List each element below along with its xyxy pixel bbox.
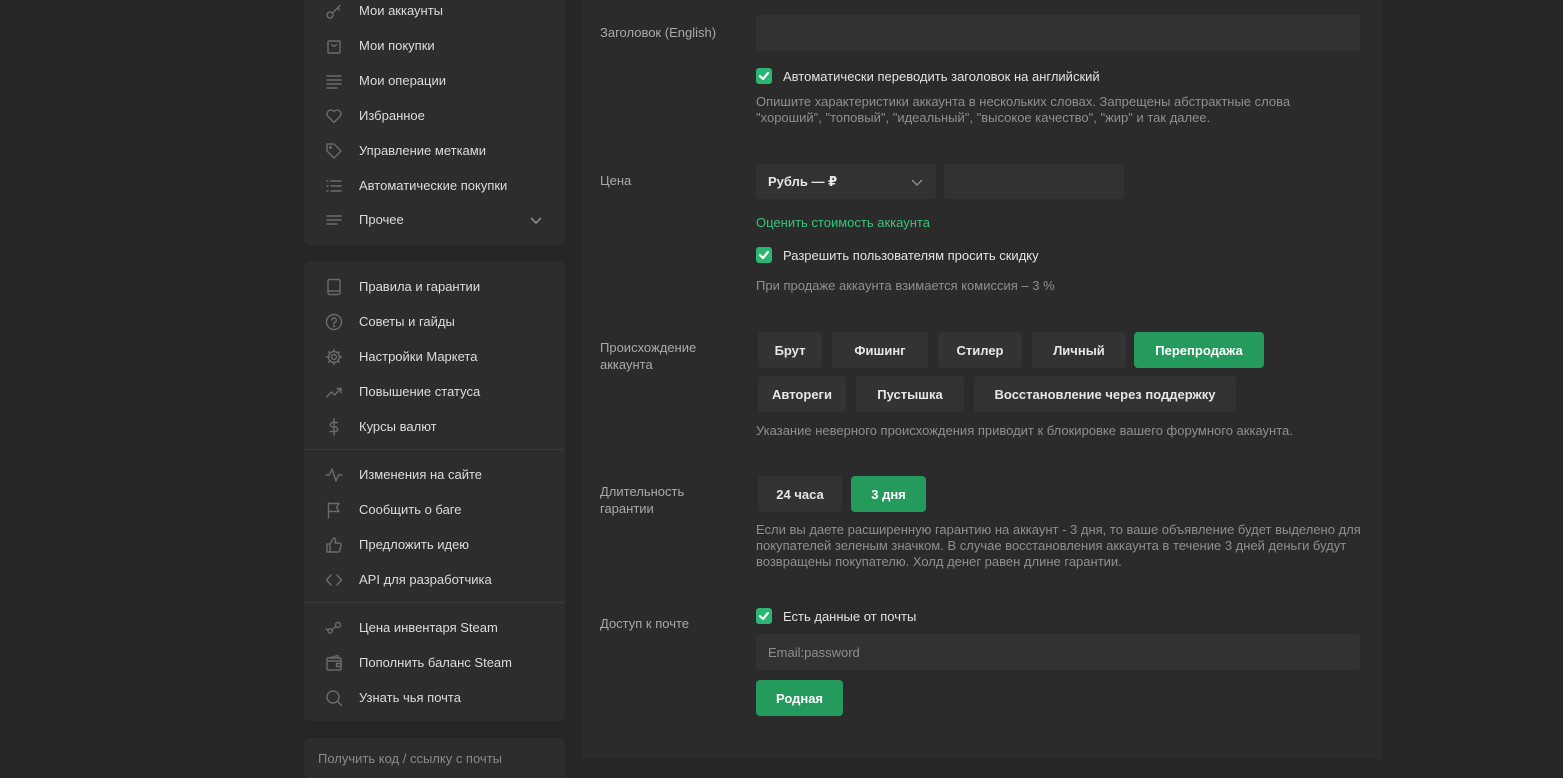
sidebar-item-api[interactable]: API для разработчика	[304, 562, 565, 597]
auto-translate-label: Автоматически переводить заголовок на ан…	[783, 68, 1100, 84]
title-input[interactable]	[756, 15, 1360, 51]
sidebar-item-rules[interactable]: Правила и гарантии	[304, 269, 565, 304]
trending-up-icon	[325, 383, 343, 401]
title-field-label: Заголовок (English)	[600, 25, 717, 40]
sidebar-item-suggest-idea[interactable]: Предложить идею	[304, 527, 565, 562]
estimate-price-link[interactable]: Оценить стоимость аккаунта	[756, 215, 930, 230]
sidebar-item-steam-inventory[interactable]: Цена инвентаря Steam	[304, 610, 565, 645]
sidebar-item-label: Советы и гайды	[359, 314, 455, 329]
sidebar-item-label: Узнать чья почта	[359, 690, 461, 705]
sidebar-item-guides[interactable]: Советы и гайды	[304, 304, 565, 339]
steam-icon	[325, 619, 343, 637]
sidebar-item-label: Предложить идею	[359, 537, 470, 552]
activity-icon	[325, 466, 343, 484]
email-password-input[interactable]	[756, 634, 1360, 670]
price-input[interactable]	[944, 164, 1124, 199]
sidebar-item-label: Автоматические покупки	[359, 178, 508, 193]
sidebar-item-tags[interactable]: Управление метками	[304, 133, 565, 168]
chevron-down-icon	[529, 213, 543, 227]
guarantee-option-24h[interactable]: 24 часа	[758, 476, 842, 512]
email-access-checkbox-label: Есть данные от почты	[783, 608, 917, 624]
allow-discount-label: Разрешить пользователям просить скидку	[783, 247, 1039, 263]
sidebar-divider	[304, 449, 565, 450]
sidebar-item-label: Мои аккаунты	[359, 3, 444, 18]
origin-option-personal[interactable]: Личный	[1032, 332, 1126, 368]
sidebar-item-my-purchases[interactable]: Мои покупки	[304, 28, 565, 63]
sidebar-item-label: Настройки Маркета	[359, 349, 478, 364]
list-icon	[325, 177, 343, 195]
auto-translate-checkbox[interactable]: Автоматически переводить заголовок на ан…	[756, 68, 1100, 84]
sidebar-item-label: Сообщить о баге	[359, 502, 462, 517]
dollar-icon	[325, 417, 343, 436]
heart-icon	[325, 107, 343, 125]
origin-field-label: Происхождение аккаунта	[600, 340, 697, 372]
sidebar-item-my-operations[interactable]: Мои операции	[304, 63, 565, 98]
email-access-checkbox[interactable]: Есть данные от почты	[756, 608, 916, 624]
lines-icon	[325, 72, 343, 90]
allow-discount-checkbox[interactable]: Разрешить пользователям просить скидку	[756, 247, 1039, 263]
code-icon	[325, 571, 343, 589]
sidebar-item-label: Пополнить баланс Steam	[359, 655, 512, 670]
checkbox-checked-icon	[756, 608, 772, 624]
sidebar-item-label: Повышение статуса	[359, 384, 481, 399]
sidebar-item-report-bug[interactable]: Сообщить о баге	[304, 492, 565, 527]
sidebar-item-label: Мои покупки	[359, 38, 435, 53]
chevron-down-icon	[910, 175, 924, 189]
sidebar-item-label: API для разработчика	[359, 572, 492, 587]
sidebar-item-label: Курсы валют	[359, 419, 437, 434]
checkbox-checked-icon	[756, 247, 772, 263]
origin-option-phishing[interactable]: Фишинг	[832, 332, 928, 368]
sidebar-item-whose-email[interactable]: Узнать чья почта	[304, 680, 565, 715]
origin-option-stealer[interactable]: Стилер	[938, 332, 1022, 368]
origin-option-autoreg[interactable]: Автореги	[758, 376, 846, 412]
question-icon	[325, 313, 343, 331]
currency-select-value: Рубль — ₽	[768, 173, 838, 189]
currency-select[interactable]: Рубль — ₽	[756, 164, 936, 199]
sidebar-item-my-accounts[interactable]: Мои аккаунты	[304, 0, 565, 28]
sidebar-panel-tools: Получить код / ссылку с почты	[304, 738, 565, 778]
flag-icon	[325, 501, 343, 519]
price-field-label: Цена	[600, 173, 632, 188]
email-access-label: Доступ к почте	[600, 616, 690, 631]
title-hint: Опишите характеристики аккаунта в нескол…	[756, 94, 1291, 125]
gear-icon	[325, 348, 343, 366]
origin-option-resale[interactable]: Перепродажа	[1134, 332, 1264, 368]
origin-option-support-recovery[interactable]: Восстановление через поддержку	[974, 376, 1236, 412]
tag-icon	[325, 142, 343, 160]
commission-hint: При продаже аккаунта взимается комиссия …	[756, 278, 1055, 293]
sidebar-item-favorites[interactable]: Избранное	[304, 98, 565, 133]
sidebar-item-label: Мои операции	[359, 73, 447, 88]
sidebar-item-market-settings[interactable]: Настройки Маркета	[304, 339, 565, 374]
menu-icon	[325, 211, 343, 229]
origin-option-empty[interactable]: Пустышка	[856, 376, 964, 412]
email-type-native-button[interactable]: Родная	[756, 680, 843, 716]
search-icon	[325, 689, 343, 707]
book-icon	[325, 278, 343, 296]
sidebar-item-label: Прочее	[359, 212, 404, 227]
sidebar-item-site-changes[interactable]: Изменения на сайте	[304, 457, 565, 492]
wallet-icon	[325, 654, 343, 672]
guarantee-hint: Если вы даете расширенную гарантию на ак…	[756, 522, 1361, 569]
origin-hint: Указание неверного происхождения приводи…	[756, 423, 1293, 438]
sidebar-item-label: Правила и гарантии	[359, 279, 481, 294]
sidebar-item-label: Цена инвентаря Steam	[359, 620, 498, 635]
origin-option-brute[interactable]: Брут	[758, 332, 822, 368]
sell-account-form: Заголовок (English) Автоматически перево…	[582, 0, 1382, 759]
sidebar-item-label: Изменения на сайте	[359, 467, 483, 482]
thumbs-up-icon	[325, 536, 343, 554]
checkbox-checked-icon	[756, 68, 772, 84]
sidebar-item-steam-balance[interactable]: Пополнить баланс Steam	[304, 645, 565, 680]
sidebar-item-other[interactable]: Прочее	[304, 202, 565, 237]
guarantee-option-3d[interactable]: 3 дня	[851, 476, 926, 512]
sidebar-item-currency-rates[interactable]: Курсы валют	[304, 409, 565, 444]
guarantee-field-label: Длительность гарантии	[600, 484, 685, 516]
key-icon	[325, 2, 343, 20]
sidebar-item-status-upgrade[interactable]: Повышение статуса	[304, 374, 565, 409]
sidebar-item-auto-purchases[interactable]: Автоматические покупки	[304, 168, 565, 203]
bag-icon	[325, 37, 343, 55]
sidebar-item-label: Избранное	[359, 108, 425, 123]
sidebar-divider	[304, 602, 565, 603]
sidebar-item-label: Управление метками	[359, 143, 486, 158]
